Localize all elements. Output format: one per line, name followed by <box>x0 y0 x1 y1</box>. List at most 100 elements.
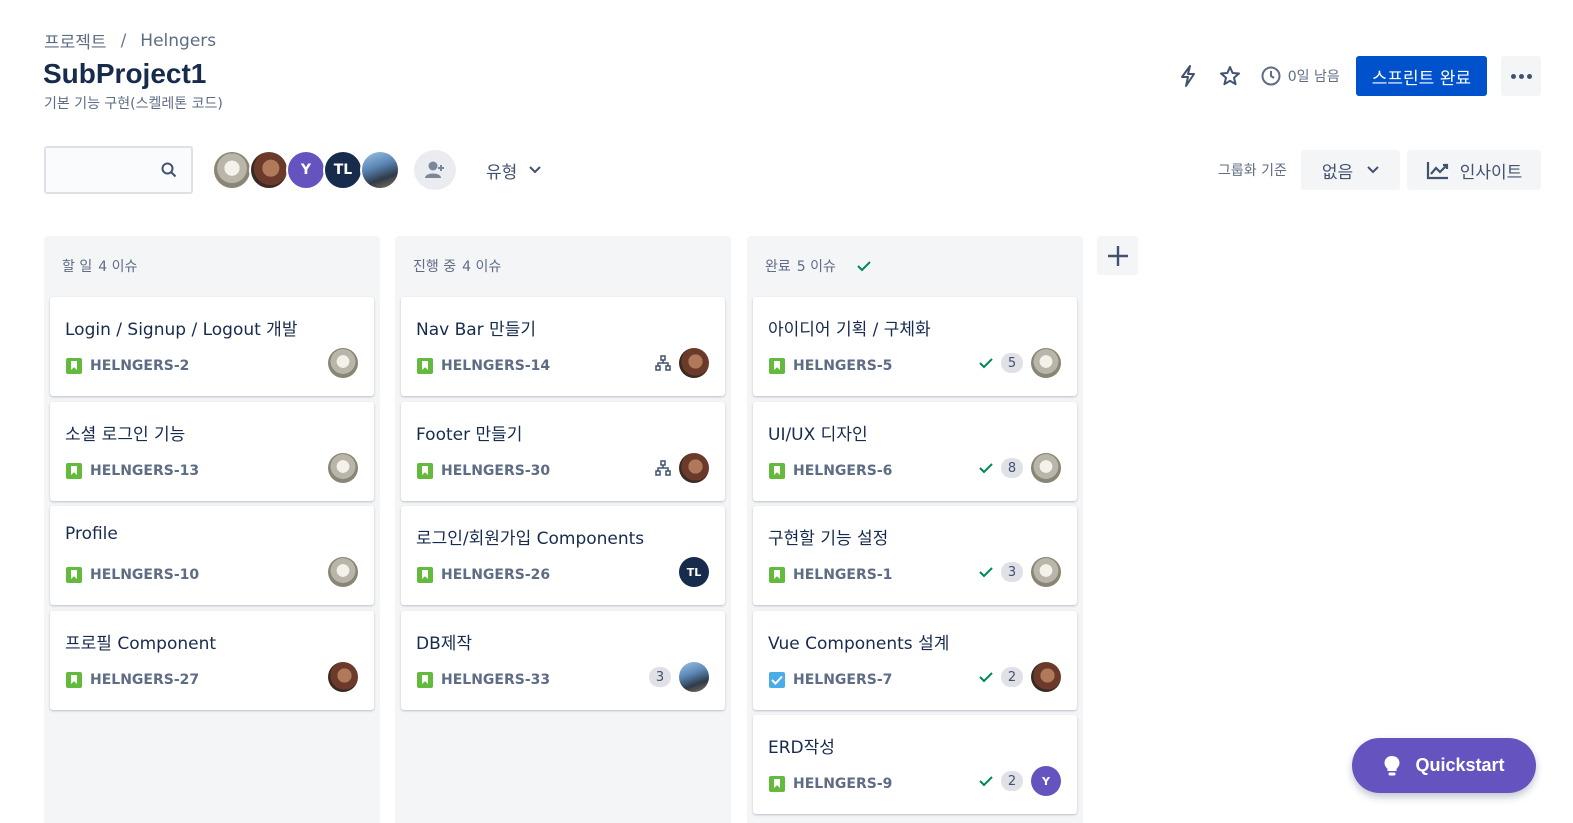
issue-key[interactable]: HELNGERS-33 <box>441 672 550 688</box>
assignee-avatar[interactable] <box>1031 453 1061 483</box>
assignee-avatar[interactable]: Y <box>1031 766 1061 796</box>
issue-card-indicators <box>328 348 358 378</box>
column-header: 완료 5 이슈 <box>747 236 1083 296</box>
issue-key[interactable]: HELNGERS-2 <box>90 358 189 374</box>
board-column: 완료 5 이슈아이디어 기획 / 구체화 HELNGERS-5 5 UI/UX 디자인 H… <box>747 236 1083 823</box>
issue-card-indicators: 2 <box>979 662 1061 692</box>
issue-key[interactable]: HELNGERS-5 <box>793 358 892 374</box>
issue-card[interactable]: 프로필 Component HELNGERS-27 <box>50 611 374 710</box>
issue-meta: HELNGERS-9 <box>769 776 892 792</box>
issue-card[interactable]: UI/UX 디자인 HELNGERS-6 8 <box>753 402 1077 501</box>
avatar-filter[interactable]: Y <box>286 150 326 190</box>
issue-card[interactable]: Nav Bar 만들기 HELNGERS-14 <box>401 297 725 396</box>
page-title: SubProject1 <box>43 58 207 89</box>
issue-summary: Footer 만들기 <box>416 425 523 445</box>
assignee-avatar[interactable] <box>328 662 358 692</box>
issue-key[interactable]: HELNGERS-10 <box>90 567 199 583</box>
check-icon <box>857 261 871 272</box>
assignee-avatar[interactable] <box>328 557 358 587</box>
issue-meta: HELNGERS-13 <box>66 463 199 479</box>
search-icon <box>161 162 177 178</box>
assignee-avatar[interactable] <box>679 662 709 692</box>
breadcrumb-project-link[interactable]: Helngers <box>140 31 216 51</box>
story-type-icon <box>417 358 433 374</box>
story-points-badge: 5 <box>1001 353 1023 373</box>
avatar-filter[interactable] <box>360 150 400 190</box>
insights-label: 인사이트 <box>1459 162 1523 183</box>
search-input[interactable] <box>46 148 156 192</box>
issue-key[interactable]: HELNGERS-9 <box>793 776 892 792</box>
task-type-icon <box>769 672 785 688</box>
column-issue-count: 4 이슈 <box>462 259 502 275</box>
issue-key[interactable]: HELNGERS-14 <box>441 358 550 374</box>
assignee-avatar[interactable] <box>328 453 358 483</box>
assignee-avatar[interactable] <box>328 348 358 378</box>
star-icon[interactable] <box>1214 60 1246 92</box>
issue-summary: 아이디어 기획 / 구체화 <box>768 320 931 340</box>
issue-card-indicators <box>655 348 709 378</box>
column-header: 진행 중 4 이슈 <box>395 236 731 296</box>
add-column-button[interactable] <box>1097 236 1138 275</box>
issue-summary: 프로필 Component <box>65 634 217 654</box>
type-filter-label: 유형 <box>486 162 518 183</box>
issue-card[interactable]: 로그인/회원가입 Components HELNGERS-26 TL <box>401 506 725 605</box>
assignee-avatar[interactable] <box>1031 662 1061 692</box>
story-type-icon <box>66 358 82 374</box>
issue-card[interactable]: Login / Signup / Logout 개발 HELNGERS-2 <box>50 297 374 396</box>
group-by-select[interactable]: 없음 <box>1301 150 1400 190</box>
assignee-avatar[interactable]: TL <box>679 557 709 587</box>
issue-card[interactable]: Profile HELNGERS-10 <box>50 506 374 605</box>
avatar-filter[interactable] <box>212 150 252 190</box>
time-remaining: 0일 남음 <box>1260 65 1340 87</box>
quickstart-button[interactable]: Quickstart <box>1352 738 1536 793</box>
quickstart-label: Quickstart <box>1415 755 1505 775</box>
avatar-filter[interactable] <box>249 150 289 190</box>
complete-sprint-button[interactable]: 스프린트 완료 <box>1355 56 1487 96</box>
issue-key[interactable]: HELNGERS-1 <box>793 567 892 583</box>
issue-meta: HELNGERS-6 <box>769 463 892 479</box>
assignee-avatar[interactable] <box>679 453 709 483</box>
story-type-icon <box>66 567 82 583</box>
issue-key[interactable]: HELNGERS-7 <box>793 672 892 688</box>
automation-lightning-icon[interactable] <box>1172 60 1204 92</box>
issue-key[interactable]: HELNGERS-26 <box>441 567 550 583</box>
add-people-button[interactable] <box>414 150 456 190</box>
issue-summary: DB제작 <box>416 634 473 654</box>
done-check-icon <box>979 358 993 369</box>
issue-card[interactable]: 아이디어 기획 / 구체화 HELNGERS-5 5 <box>753 297 1077 396</box>
assignee-avatar[interactable] <box>679 348 709 378</box>
story-points-badge: 2 <box>1001 771 1023 791</box>
assignee-avatar[interactable] <box>1031 557 1061 587</box>
issue-card[interactable]: DB제작 HELNGERS-33 3 <box>401 611 725 710</box>
chevron-down-icon <box>1367 166 1379 174</box>
issue-meta: HELNGERS-1 <box>769 567 892 583</box>
clock-icon <box>1261 66 1281 86</box>
time-remaining-label: 0일 남음 <box>1287 69 1340 85</box>
story-type-icon <box>66 463 82 479</box>
done-check-icon <box>979 776 993 787</box>
done-check-icon <box>979 463 993 474</box>
issue-card[interactable]: 소셜 로그인 기능 HELNGERS-13 <box>50 402 374 501</box>
issue-key[interactable]: HELNGERS-13 <box>90 463 199 479</box>
assignee-avatar[interactable] <box>1031 348 1061 378</box>
header-actions: 0일 남음 스프린트 완료 <box>1162 56 1541 96</box>
search-field <box>44 146 193 194</box>
issue-key[interactable]: HELNGERS-30 <box>441 463 550 479</box>
issue-card[interactable]: Footer 만들기 HELNGERS-30 <box>401 402 725 501</box>
insights-button[interactable]: 인사이트 <box>1407 150 1541 190</box>
issue-card[interactable]: Vue Components 설계 HELNGERS-7 2 <box>753 611 1077 710</box>
issue-key[interactable]: HELNGERS-27 <box>90 672 199 688</box>
avatar-filter[interactable]: TL <box>323 150 363 190</box>
issue-meta: HELNGERS-14 <box>417 358 550 374</box>
issue-card[interactable]: 구현할 기능 설정 HELNGERS-1 3 <box>753 506 1077 605</box>
breadcrumb-projects-link[interactable]: 프로젝트 <box>44 28 107 53</box>
add-person-icon <box>425 161 444 178</box>
issue-key[interactable]: HELNGERS-6 <box>793 463 892 479</box>
column-title: 완료 <box>765 259 791 275</box>
type-filter-dropdown[interactable]: 유형 <box>476 150 551 190</box>
more-actions-button[interactable] <box>1501 56 1541 96</box>
lightbulb-icon <box>1384 755 1400 775</box>
issue-card[interactable]: ERD작성 HELNGERS-9 2 Y <box>753 715 1077 814</box>
group-by-value: 없음 <box>1321 162 1354 183</box>
chevron-down-icon <box>529 166 541 174</box>
